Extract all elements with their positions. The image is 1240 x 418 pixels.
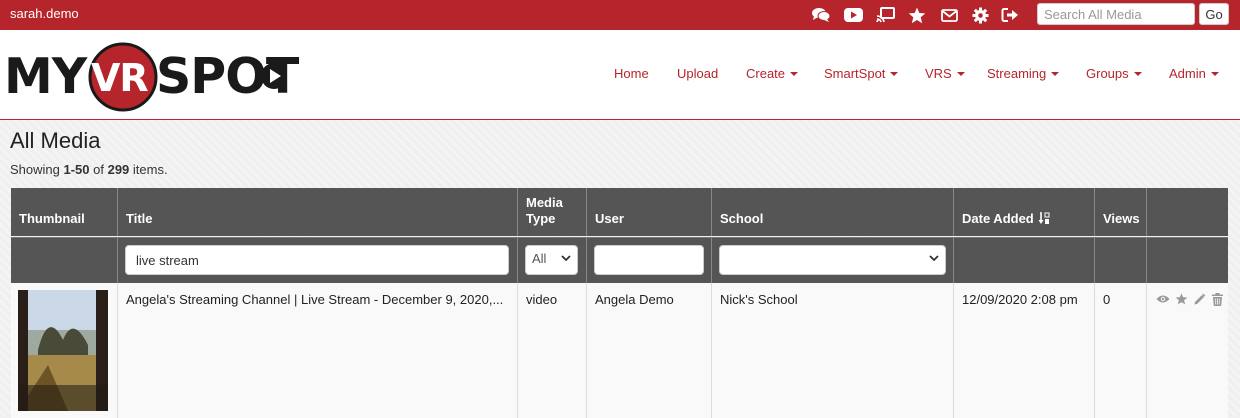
column-header-user[interactable]: User bbox=[587, 188, 712, 236]
column-header-thumbnail: Thumbnail bbox=[11, 188, 118, 236]
username[interactable]: sarah.demo bbox=[10, 6, 79, 21]
school-cell: Nick's School bbox=[712, 283, 954, 418]
media-title-link[interactable]: Angela's Streaming Channel | Live Stream… bbox=[126, 292, 510, 307]
views-cell: 0 bbox=[1095, 283, 1147, 418]
media-type-filter-select[interactable]: All bbox=[525, 245, 578, 275]
caret-down-icon bbox=[1051, 72, 1060, 76]
media-type-cell: video bbox=[518, 283, 587, 418]
chevron-down-icon bbox=[561, 255, 571, 262]
column-header-school[interactable]: School bbox=[712, 188, 954, 236]
title-filter-input[interactable] bbox=[125, 245, 509, 275]
column-header-media-type[interactable]: Media Type bbox=[518, 188, 587, 236]
site-header: MY VR SPOT Home Upload Create SmartSpot … bbox=[0, 30, 1240, 120]
page-title: All Media bbox=[10, 128, 101, 153]
caret-down-icon bbox=[956, 72, 965, 76]
table-row: Angela's Streaming Channel | Live Stream… bbox=[11, 283, 1228, 418]
star-icon[interactable] bbox=[1173, 292, 1189, 306]
user-value: Angela Demo bbox=[595, 292, 674, 307]
filter-cell-media-type: All bbox=[518, 238, 587, 283]
envelope-icon[interactable] bbox=[938, 5, 960, 25]
nav-home[interactable]: Home bbox=[614, 66, 649, 81]
filter-cell-school bbox=[712, 238, 954, 283]
media-type-value: video bbox=[526, 292, 558, 307]
youtube-icon[interactable] bbox=[842, 5, 864, 25]
school-filter-select[interactable] bbox=[719, 245, 946, 275]
logo-text-left: MY bbox=[4, 48, 87, 105]
eye-icon[interactable] bbox=[1155, 292, 1171, 306]
caret-down-icon bbox=[1210, 72, 1219, 76]
gear-icon[interactable] bbox=[969, 5, 991, 25]
user-filter-input[interactable] bbox=[594, 245, 704, 275]
table-header-row: Thumbnail Title Media Type User School Da… bbox=[11, 188, 1228, 236]
results-summary: Showing 1-50 of 299 items. bbox=[10, 162, 168, 177]
table-filter-row: All bbox=[11, 237, 1228, 283]
top-bar: sarah.demo Go bbox=[0, 0, 1240, 30]
caret-down-icon bbox=[890, 72, 899, 76]
views-value: 0 bbox=[1103, 292, 1111, 307]
filter-cell-title bbox=[118, 238, 518, 283]
cast-icon[interactable] bbox=[874, 5, 896, 25]
caret-down-icon bbox=[790, 72, 799, 76]
play-icon bbox=[261, 63, 287, 89]
user-cell: Angela Demo bbox=[587, 283, 712, 418]
nav-create[interactable]: Create bbox=[746, 66, 799, 81]
search-input[interactable] bbox=[1037, 3, 1195, 25]
row-actions bbox=[1155, 292, 1225, 306]
actions-cell bbox=[1147, 283, 1228, 418]
title-cell: Angela's Streaming Channel | Live Stream… bbox=[118, 283, 518, 418]
column-header-views[interactable]: Views bbox=[1095, 188, 1147, 236]
sign-out-icon[interactable] bbox=[999, 5, 1021, 25]
filter-cell-user bbox=[587, 238, 712, 283]
go-button[interactable]: Go bbox=[1199, 3, 1229, 25]
thumbnail-cell bbox=[11, 283, 118, 418]
filter-cell-views bbox=[1095, 238, 1147, 283]
filter-cell-date bbox=[954, 238, 1095, 283]
main-content: All Media Showing 1-50 of 299 items. Thu… bbox=[0, 120, 1240, 418]
trash-icon[interactable] bbox=[1209, 292, 1225, 306]
filter-cell-actions bbox=[1147, 238, 1228, 283]
nav-vrs[interactable]: VRS bbox=[925, 66, 965, 81]
media-thumbnail[interactable] bbox=[18, 290, 108, 411]
school-value: Nick's School bbox=[720, 292, 798, 307]
nav-smartspot[interactable]: SmartSpot bbox=[824, 66, 899, 81]
column-header-actions bbox=[1147, 188, 1228, 236]
column-header-date-added[interactable]: Date Added bbox=[954, 188, 1095, 236]
caret-down-icon bbox=[1133, 72, 1142, 76]
star-icon[interactable] bbox=[906, 5, 928, 25]
filter-cell-thumbnail bbox=[11, 238, 118, 283]
nav-streaming[interactable]: Streaming bbox=[987, 66, 1060, 81]
date-cell: 12/09/2020 2:08 pm bbox=[954, 283, 1095, 418]
chat-icon[interactable] bbox=[810, 5, 832, 25]
nav-groups[interactable]: Groups bbox=[1086, 66, 1142, 81]
date-added-value: 12/09/2020 2:08 pm bbox=[962, 292, 1078, 307]
pencil-icon[interactable] bbox=[1191, 292, 1207, 306]
sort-descending-icon bbox=[1038, 212, 1050, 224]
column-header-title[interactable]: Title bbox=[118, 188, 518, 236]
chevron-down-icon bbox=[929, 255, 939, 262]
nav-admin[interactable]: Admin bbox=[1169, 66, 1219, 81]
logo-text-mid: VR bbox=[91, 56, 149, 100]
nav-upload[interactable]: Upload bbox=[677, 66, 718, 81]
